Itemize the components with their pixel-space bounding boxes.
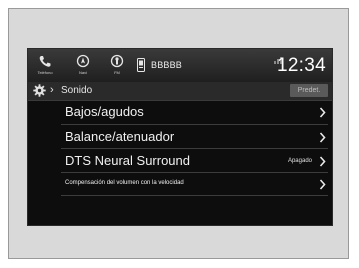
fm-caption: FM xyxy=(114,70,120,75)
menu-item-label: DTS Neural Surround xyxy=(65,153,190,168)
menu-item-label: Balance/atenuador xyxy=(65,129,175,144)
page-title: Sonido xyxy=(61,85,93,96)
chevron-right-icon xyxy=(319,107,326,118)
default-button[interactable]: Predet. xyxy=(290,84,328,97)
phone-device-icon xyxy=(137,58,145,72)
menu-item-label: Compensación del volumen con la velocida… xyxy=(65,180,184,186)
menu-item-value: Apagado xyxy=(287,158,312,164)
navi-icon xyxy=(76,54,90,68)
menu-item-balance-fader[interactable]: Balance/atenuador xyxy=(61,125,328,149)
menu-item-dts-neural-surround[interactable]: DTS Neural Surround Apagado xyxy=(61,149,328,173)
fm-icon xyxy=(110,54,124,68)
title-bar: › Sonido Predet. xyxy=(28,82,332,101)
clock: 12:34 xyxy=(276,55,326,76)
navi-button[interactable]: Navi xyxy=(70,51,96,79)
chevron-right-icon xyxy=(319,132,326,143)
status-bar: Teléfono Navi FM BBBBB 12:34 xyxy=(28,49,332,82)
chevron-right-icon xyxy=(319,156,326,167)
navi-caption: Navi xyxy=(78,70,87,75)
phone-icon xyxy=(39,56,51,67)
menu-item-speed-volume-compensation[interactable]: Compensación del volumen con la velocida… xyxy=(61,173,328,196)
audio-screen: Teléfono Navi FM BBBBB 12:34 › Sonido Pr… xyxy=(27,48,333,226)
device-name: BBBBB xyxy=(151,60,183,70)
menu-item-bass-treble[interactable]: Bajos/agudos xyxy=(61,101,328,125)
breadcrumb-chevron-icon: › xyxy=(50,84,54,96)
menu-item-label: Bajos/agudos xyxy=(65,104,144,119)
phone-button[interactable]: Teléfono xyxy=(32,51,58,79)
phone-caption: Teléfono xyxy=(37,70,53,75)
chevron-right-icon xyxy=(319,179,326,190)
fm-button[interactable]: FM xyxy=(104,51,130,79)
gear-icon xyxy=(33,84,46,97)
